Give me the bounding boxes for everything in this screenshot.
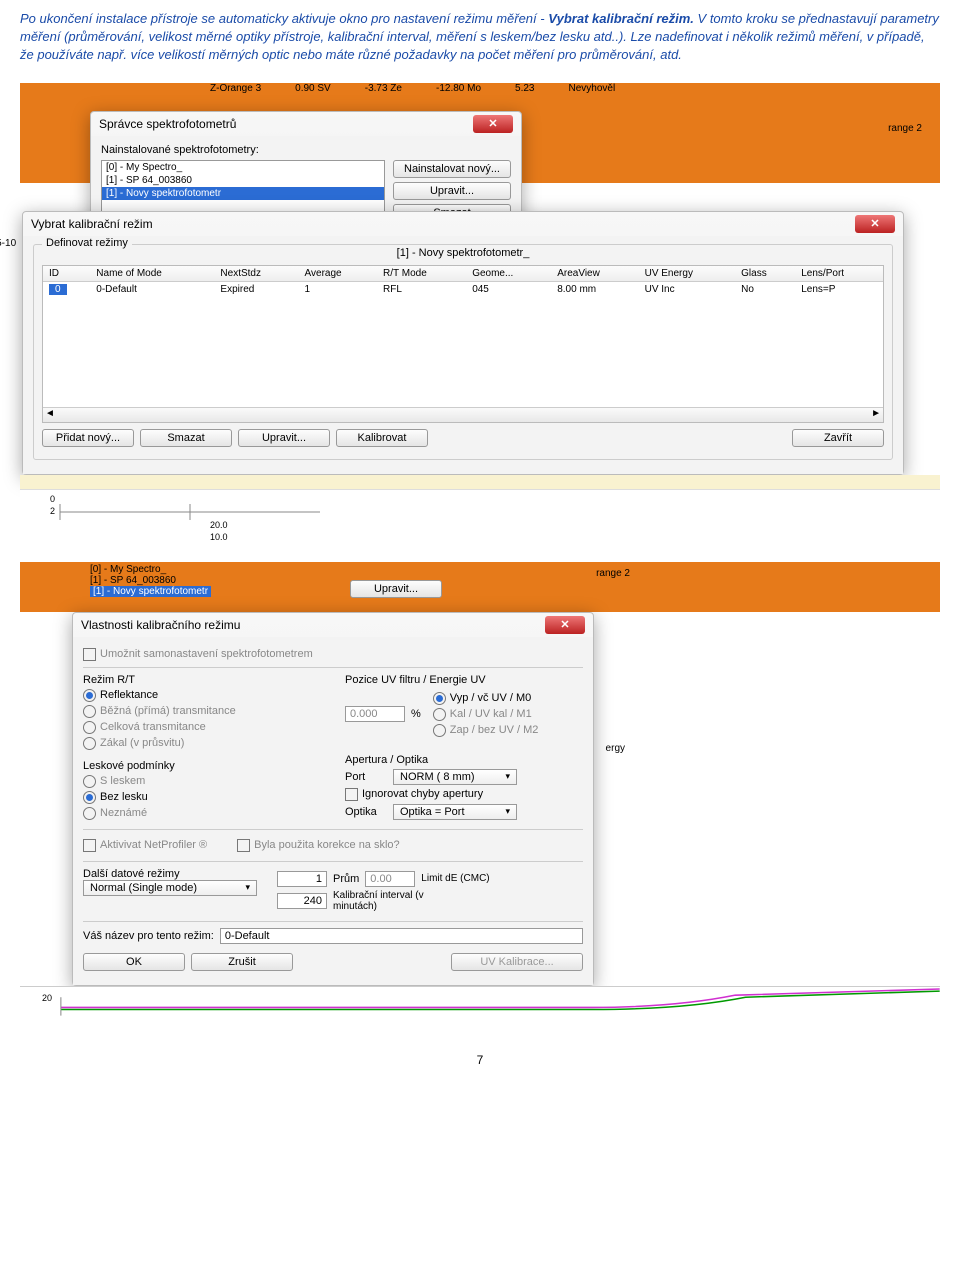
netprofiler-checkbox: Aktivivat NetProfiler ®: [83, 839, 207, 852]
group-label: Další datové režimy: [83, 868, 257, 880]
calibrate-button[interactable]: Kalibrovat: [336, 429, 428, 447]
col-geo[interactable]: Geome...: [466, 266, 551, 282]
install-new-button[interactable]: Nainstalovat nový...: [393, 160, 511, 178]
gloss-unknown-radio: Neznámé: [83, 807, 321, 820]
group-label: Režim R/T: [83, 674, 321, 686]
table-row[interactable]: 0 0-Default Expired 1 RFL 045 8.00 mm UV…: [43, 281, 883, 297]
interval-input[interactable]: 240: [277, 893, 327, 909]
list-item[interactable]: [0] - My Spectro_: [102, 161, 384, 174]
col-uv[interactable]: UV Energy: [639, 266, 736, 282]
scroll-right-icon[interactable]: ►: [871, 408, 881, 419]
scroll-left-icon[interactable]: ◄: [45, 408, 55, 419]
rt-reflectance-radio[interactable]: Reflektance: [83, 689, 321, 702]
list-item: [1] - Novy spektrofotometr: [90, 586, 211, 597]
bg-cell: -3.73 Ze: [365, 83, 402, 94]
close-icon[interactable]: ✕: [855, 215, 895, 233]
data-mode-select[interactable]: Normal (Single mode): [83, 880, 257, 896]
screenshot-2: [0] - My Spectro_ [1] - SP 64_003860 [1]…: [20, 562, 940, 1017]
side-label: 065-10: [0, 238, 16, 249]
rt-haze-radio: Zákal (v průsvitu): [83, 737, 321, 750]
list-item[interactable]: [1] - SP 64_003860: [102, 174, 384, 187]
edit-button[interactable]: Upravit...: [350, 580, 442, 598]
col-rt[interactable]: R/T Mode: [377, 266, 466, 282]
range-label: range 2: [888, 123, 922, 134]
edit-button[interactable]: Upravit...: [238, 429, 330, 447]
limit-de-input: 0.00: [365, 871, 415, 887]
bg-label: ergy: [606, 743, 625, 754]
bg-cell: -12.80 Mo: [436, 83, 481, 94]
col-glass[interactable]: Glass: [735, 266, 795, 282]
dialog-title: Správce spektrofotometrů: [99, 117, 236, 131]
close-icon[interactable]: ✕: [473, 115, 513, 133]
list-item: [0] - My Spectro_: [90, 564, 211, 575]
label: Nainstalované spektrofotometry:: [101, 144, 511, 156]
col-avg[interactable]: Average: [299, 266, 378, 282]
dialog-vybrat-kalibracni: 065-10 Vybrat kalibrační režim ✕ Definov…: [22, 211, 904, 475]
col-name[interactable]: Name of Mode: [90, 266, 214, 282]
dialog-vlastnosti: Vlastnosti kalibračního režimu ✕ Umožnit…: [72, 612, 594, 986]
gloss-without-radio[interactable]: Bez lesku: [83, 791, 321, 804]
page-number: 7: [20, 1053, 940, 1067]
bg-cell: 5.23: [515, 83, 534, 94]
auto-set-checkbox[interactable]: Umožnit samonastavení spektrofotometrem: [83, 648, 583, 661]
average-input[interactable]: 1: [277, 871, 327, 887]
uv-calibration-button: UV Kalibrace...: [451, 953, 583, 971]
dialog-title: Vybrat kalibrační režim: [31, 217, 153, 231]
dialog-title: Vlastnosti kalibračního režimu: [81, 618, 240, 632]
uv-value-input: 0.000: [345, 706, 405, 722]
bg-cell: 0.90 SV: [295, 83, 331, 94]
port-select[interactable]: NORM ( 8 mm): [393, 769, 517, 785]
col-area[interactable]: AreaView: [551, 266, 638, 282]
bg-cell: Z-Orange 3: [210, 83, 261, 94]
list-item[interactable]: [1] - Novy spektrofotometr: [102, 187, 384, 200]
uv-m2-radio: Zap / bez UV / M2: [433, 724, 539, 737]
chart-strip: 20: [20, 986, 940, 1017]
groupbox-title: Definovat režimy: [42, 237, 132, 249]
add-new-button[interactable]: Přidat nový...: [42, 429, 134, 447]
rt-total-trans-radio: Celková transmitance: [83, 721, 321, 734]
group-label: Apertura / Optika: [345, 754, 583, 766]
col-lens[interactable]: Lens/Port: [795, 266, 883, 282]
edit-button[interactable]: Upravit...: [393, 182, 511, 200]
col-next[interactable]: NextStdz: [214, 266, 298, 282]
close-icon[interactable]: ✕: [545, 616, 585, 634]
screenshot-1: Z-Orange 3 0.90 SV -3.73 Ze -12.80 Mo 5.…: [20, 83, 940, 550]
optics-select[interactable]: Optika = Port: [393, 804, 517, 820]
list-item: [1] - SP 64_003860: [90, 575, 211, 586]
uv-m0-radio[interactable]: Vyp / vč UV / M0: [433, 692, 539, 705]
uv-m1-radio: Kal / UV kal / M1: [433, 708, 539, 721]
bg-cell: Nevyhověl: [568, 83, 615, 94]
intro-paragraph: Po ukončení instalace přístroje se autom…: [20, 10, 940, 65]
gloss-with-radio: S leskem: [83, 775, 321, 788]
glass-correction-checkbox: Byla použita korekce na sklo?: [237, 839, 400, 852]
cancel-button[interactable]: Zrušit: [191, 953, 293, 971]
modes-table: ID Name of Mode NextStdz Average R/T Mod…: [43, 266, 883, 297]
group-label: Leskové podmínky: [83, 760, 321, 772]
device-name: [1] - Novy spektrofotometr_: [42, 247, 884, 259]
group-label: Pozice UV filtru / Energie UV: [345, 674, 583, 686]
delete-button[interactable]: Smazat: [140, 429, 232, 447]
ignore-aperture-checkbox[interactable]: Ignorovat chyby apertury: [345, 788, 583, 801]
device-list[interactable]: [0] - My Spectro_ [1] - SP 64_003860 [1]…: [101, 160, 385, 214]
range-label: range 2: [596, 568, 630, 579]
col-id[interactable]: ID: [43, 266, 90, 282]
rt-direct-trans-radio: Běžná (přímá) transmitance: [83, 705, 321, 718]
ok-button[interactable]: OK: [83, 953, 185, 971]
mode-name-input[interactable]: 0-Default: [220, 928, 583, 944]
close-button[interactable]: Zavřít: [792, 429, 884, 447]
